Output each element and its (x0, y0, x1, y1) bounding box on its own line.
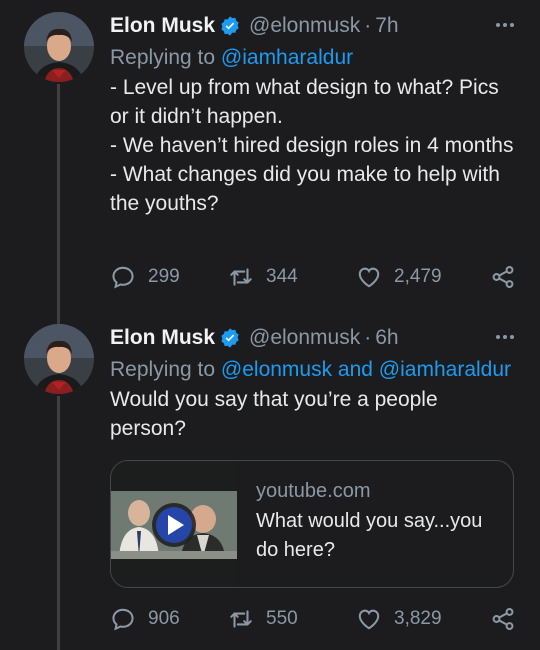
reply-button[interactable]: 906 (110, 604, 180, 634)
card-info: youtube.com What would you say...you do … (256, 475, 501, 565)
mention-link[interactable]: @elonmusk and @iamharaldur (221, 358, 511, 381)
thread-connector-line (57, 396, 60, 650)
reply-count: 906 (148, 608, 180, 629)
reply-count: 299 (148, 266, 180, 287)
replying-to: Replying to @iamharaldur (110, 42, 516, 73)
retweet-icon (230, 268, 252, 286)
user-handle[interactable]: @elonmusk (249, 14, 360, 38)
like-count: 2,479 (394, 266, 442, 287)
share-button[interactable] (490, 262, 516, 292)
separator-dot: · (364, 326, 372, 349)
card-domain: youtube.com (256, 480, 371, 502)
reply-icon (112, 608, 134, 631)
replying-to: Replying to @elonmusk and @iamharaldur (110, 354, 516, 385)
action-bar: 299 344 2,479 (110, 262, 516, 292)
tweet-body: Elon Musk @elonmusk · 7h Replying to @ia… (110, 10, 516, 218)
timestamp[interactable]: 7h (375, 14, 398, 38)
thread-connector-line (57, 84, 60, 324)
action-bar: 906 550 3,829 (110, 604, 516, 634)
retweet-count: 550 (266, 608, 298, 629)
more-options-icon[interactable] (494, 16, 516, 34)
share-button[interactable] (490, 604, 516, 634)
video-thumbnail[interactable] (111, 461, 237, 587)
display-name[interactable]: Elon Musk (110, 14, 215, 38)
display-name[interactable]: Elon Musk (110, 326, 215, 350)
tweet-header: Elon Musk @elonmusk · 7h (110, 10, 516, 42)
retweet-icon (230, 610, 252, 628)
avatar[interactable] (24, 12, 94, 82)
retweet-button[interactable]: 344 (228, 262, 298, 292)
more-options-icon[interactable] (494, 328, 516, 346)
tweet-text: Would you say that you’re a people perso… (110, 385, 516, 443)
tweet-header: Elon Musk @elonmusk · 6h (110, 322, 516, 354)
retweet-count: 344 (266, 266, 298, 287)
like-button[interactable]: 3,829 (356, 604, 442, 634)
like-button[interactable]: 2,479 (356, 262, 442, 292)
tweet-text-line: - Level up from what design to what? Pic… (110, 76, 499, 128)
tweet-text-line: - We haven’t hired design roles in 4 mon… (110, 134, 514, 157)
tweet-text-line: - What changes did you make to help with… (110, 163, 500, 215)
heart-icon (358, 267, 380, 288)
verified-badge-icon (221, 16, 239, 36)
replying-to-label: Replying to (110, 358, 221, 381)
retweet-button[interactable]: 550 (228, 604, 298, 634)
reply-icon (112, 266, 134, 289)
avatar[interactable] (24, 324, 94, 394)
timestamp[interactable]: 6h (375, 326, 398, 350)
tweet-body: Elon Musk @elonmusk · 6h Replying to @el… (110, 322, 516, 443)
tweet-text-line: Would you say that you’re a people perso… (110, 388, 438, 440)
reply-button[interactable]: 299 (110, 262, 180, 292)
replying-to-label: Replying to (110, 46, 221, 69)
heart-icon (358, 609, 380, 630)
tweet-text: - Level up from what design to what? Pic… (110, 73, 516, 218)
card-title: What would you say...you do here? (256, 510, 483, 561)
like-count: 3,829 (394, 608, 442, 629)
link-preview-card[interactable]: youtube.com What would you say...you do … (110, 460, 514, 588)
mention-link[interactable]: @iamharaldur (221, 46, 353, 69)
separator-dot: · (364, 14, 372, 37)
user-handle[interactable]: @elonmusk (249, 326, 360, 350)
share-icon (492, 266, 514, 288)
share-icon (492, 608, 514, 630)
verified-badge-icon (221, 328, 239, 348)
